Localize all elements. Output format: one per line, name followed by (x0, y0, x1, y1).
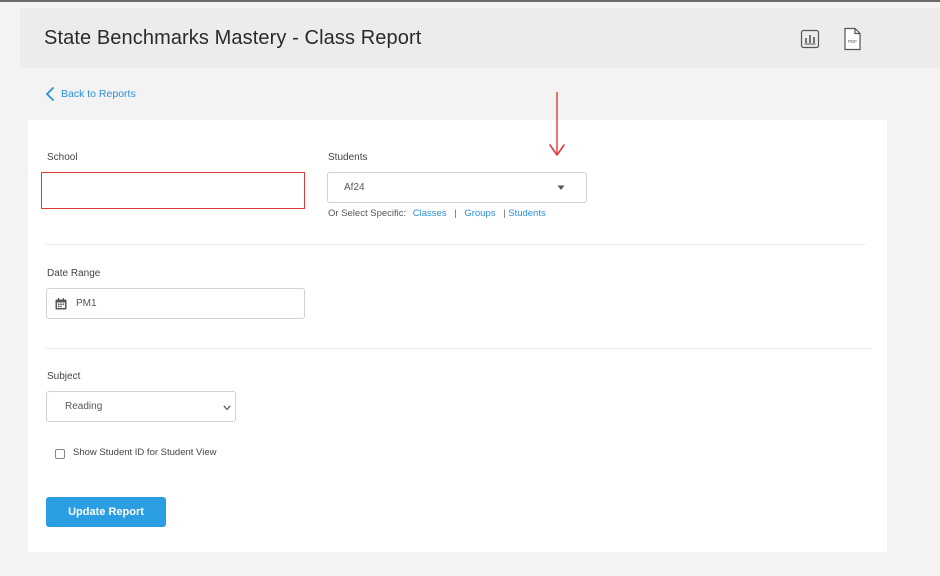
school-label: School (47, 152, 78, 163)
or-select-specific-row: Or Select Specific: Classes | Groups | S… (328, 208, 546, 219)
separator: | (503, 208, 506, 219)
chevron-left-icon (46, 87, 54, 101)
or-select-specific-label: Or Select Specific: (328, 208, 407, 219)
students-link[interactable]: Students (508, 208, 546, 219)
page-title: State Benchmarks Mastery - Class Report (44, 27, 422, 49)
chevron-down-icon (223, 405, 231, 411)
date-range-label: Date Range (47, 268, 101, 279)
section-divider (46, 244, 865, 245)
back-to-reports-link[interactable]: Back to Reports (45, 84, 136, 104)
show-student-id-label: Show Student ID for Student View (73, 447, 217, 458)
pdf-icon[interactable]: PDF (840, 26, 864, 52)
red-down-arrow-icon (549, 92, 565, 156)
students-value: Af24 (344, 182, 365, 193)
report-options-card: School Students Af24 Or Select Specific:… (28, 120, 887, 552)
top-border-line (0, 0, 940, 2)
classes-link[interactable]: Classes (413, 208, 447, 219)
calendar-icon (55, 298, 67, 310)
subject-select[interactable]: Reading (46, 391, 236, 422)
caret-down-icon (557, 185, 565, 190)
students-select[interactable]: Af24 (327, 172, 587, 203)
back-to-reports-label: Back to Reports (61, 88, 136, 100)
show-student-id-checkbox[interactable] (55, 449, 65, 459)
pdf-icon-text: PDF (848, 39, 857, 44)
date-range-value: PM1 (76, 298, 97, 309)
subject-value: Reading (65, 401, 103, 412)
update-report-button[interactable]: Update Report (46, 497, 166, 527)
school-field[interactable] (41, 172, 305, 209)
section-divider (46, 348, 871, 349)
students-label: Students (328, 152, 368, 163)
separator: | (454, 208, 457, 219)
subject-label: Subject (47, 371, 81, 382)
bar-chart-icon[interactable] (798, 26, 822, 52)
groups-link[interactable]: Groups (464, 208, 495, 219)
date-range-field[interactable]: PM1 (46, 288, 305, 319)
page-header: State Benchmarks Mastery - Class Report … (20, 8, 940, 68)
